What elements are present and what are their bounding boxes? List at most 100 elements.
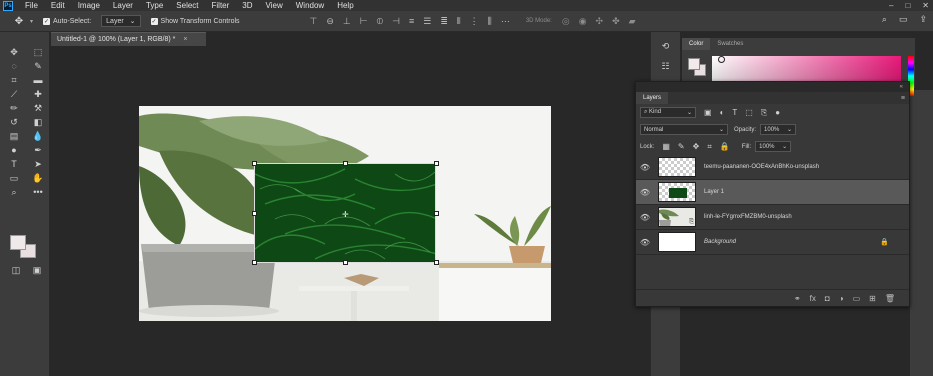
transform-handle-l[interactable]: [252, 211, 257, 216]
close-icon[interactable]: ×: [183, 36, 187, 43]
align-right-icon[interactable]: ⊣: [392, 16, 400, 27]
new-group-icon[interactable]: ▭: [853, 294, 861, 303]
type-tool-icon[interactable]: T: [3, 158, 25, 170]
screen-mode-icon[interactable]: ▣: [26, 264, 48, 276]
move-tool-icon[interactable]: ✥: [3, 46, 25, 58]
pixel-filter-icon[interactable]: ▣: [704, 108, 712, 118]
search-icon[interactable]: ⌕: [882, 14, 887, 25]
menu-view[interactable]: View: [260, 1, 290, 10]
transform-handle-b[interactable]: [343, 260, 348, 265]
move-tool-preset-icon[interactable]: ✥: [8, 14, 30, 28]
align-hcenter-icon[interactable]: ⦶: [377, 16, 384, 27]
visibility-eye-icon[interactable]: 👁: [636, 163, 654, 172]
pan-3d-icon[interactable]: ✣: [596, 16, 604, 27]
tab-layers[interactable]: Layers: [636, 92, 669, 104]
collapse-icon[interactable]: «: [900, 84, 903, 90]
auto-select-checkbox[interactable]: ✓: [43, 17, 51, 25]
align-bottom-icon[interactable]: ⊥: [343, 16, 351, 27]
share-icon[interactable]: ⇪: [919, 14, 927, 25]
workspace-icon[interactable]: ▭: [899, 14, 908, 25]
new-layer-icon[interactable]: ⊞: [869, 294, 876, 303]
transform-handle-tr[interactable]: [434, 161, 439, 166]
history-brush-tool-icon[interactable]: ↺: [3, 116, 25, 128]
healing-brush-tool-icon[interactable]: ✚: [27, 88, 49, 100]
visibility-eye-icon[interactable]: 👁: [636, 188, 654, 197]
transform-center-icon[interactable]: ✛: [342, 210, 349, 219]
transform-handle-br[interactable]: [434, 260, 439, 265]
add-mask-icon[interactable]: ◘: [825, 294, 830, 303]
link-layers-icon[interactable]: ⚭: [794, 294, 801, 303]
properties-panel-icon[interactable]: ☷: [656, 60, 676, 72]
blur-tool-icon[interactable]: 💧: [27, 130, 49, 142]
lock-all-icon[interactable]: 🔒: [720, 142, 730, 152]
distribute-left-icon[interactable]: ⫴: [457, 16, 461, 27]
lock-transparency-icon[interactable]: ▦: [662, 142, 670, 152]
transform-handle-tl[interactable]: [252, 161, 257, 166]
layer-row-background[interactable]: 👁 Background 🔒: [636, 230, 909, 255]
close-window-button[interactable]: ✕: [922, 1, 929, 10]
menu-3d[interactable]: 3D: [236, 1, 259, 10]
pen-tool-icon[interactable]: ✒: [27, 144, 49, 156]
distribute-top-icon[interactable]: ≡: [409, 16, 414, 27]
lasso-tool-icon[interactable]: ◌: [3, 60, 25, 72]
distribute-bottom-icon[interactable]: ≣: [440, 16, 448, 27]
distribute-hcenter-icon[interactable]: ⋮: [470, 16, 479, 27]
document-tab[interactable]: Untitled-1 @ 100% (Layer 1, RGB/8) * ×: [51, 32, 206, 46]
rectangle-tool-icon[interactable]: ▭: [3, 172, 25, 184]
frame-tool-icon[interactable]: ▬: [27, 74, 49, 86]
adjustment-filter-icon[interactable]: ◐: [720, 108, 725, 118]
dodge-tool-icon[interactable]: ●: [3, 144, 25, 156]
menu-type[interactable]: Type: [140, 1, 170, 10]
align-left-icon[interactable]: ⊢: [360, 16, 368, 27]
shape-filter-icon[interactable]: ⬚: [745, 108, 753, 118]
new-adjustment-icon[interactable]: ◑: [839, 294, 844, 303]
eraser-tool-icon[interactable]: ◧: [27, 116, 49, 128]
clone-stamp-tool-icon[interactable]: ⚒: [27, 102, 49, 114]
transform-handle-t[interactable]: [343, 161, 348, 166]
visibility-eye-icon[interactable]: 👁: [636, 213, 654, 222]
maximize-button[interactable]: □: [905, 1, 910, 10]
transform-handle-bl[interactable]: [252, 260, 257, 265]
more-tools-icon[interactable]: •••: [27, 186, 49, 198]
roll-3d-icon[interactable]: ◉: [579, 16, 587, 27]
layer-filter-dropdown[interactable]: ⌕ Kind ⌄: [640, 107, 696, 118]
menu-layer[interactable]: Layer: [107, 1, 140, 10]
hand-tool-icon[interactable]: ✋: [27, 172, 49, 184]
minimize-button[interactable]: –: [889, 1, 893, 10]
gradient-tool-icon[interactable]: ▤: [3, 130, 25, 142]
menu-window[interactable]: Window: [290, 1, 331, 10]
tab-color[interactable]: Color: [682, 38, 711, 50]
layer-row-teemu[interactable]: 👁 teemu-paananen-OOE4xAnBhKo-unsplash: [636, 155, 909, 180]
align-top-icon[interactable]: ⊤: [310, 16, 318, 27]
align-vcenter-icon[interactable]: ⊖: [326, 16, 334, 27]
menu-file[interactable]: File: [19, 1, 45, 10]
quick-mask-icon[interactable]: ◫: [5, 264, 27, 276]
distribute-vcenter-icon[interactable]: ☰: [423, 16, 431, 27]
marquee-tool-icon[interactable]: ⬚: [27, 46, 49, 58]
menu-help[interactable]: Help: [331, 1, 360, 10]
scale-3d-icon[interactable]: ▰: [629, 16, 636, 27]
lock-pixels-icon[interactable]: ✎: [678, 142, 685, 152]
crop-tool-icon[interactable]: ⌗: [3, 74, 25, 86]
menu-select[interactable]: Select: [170, 1, 205, 10]
menu-image[interactable]: Image: [72, 1, 107, 10]
color-picker-cursor[interactable]: [718, 56, 725, 63]
menu-edit[interactable]: Edit: [45, 1, 72, 10]
transform-handle-r[interactable]: [434, 211, 439, 216]
fx-icon[interactable]: fx: [810, 294, 816, 303]
layer-row-layer-1[interactable]: 👁 Layer 1: [636, 180, 909, 205]
quick-select-tool-icon[interactable]: ✎: [27, 60, 49, 72]
lock-position-icon[interactable]: ✥: [693, 142, 700, 152]
visibility-eye-icon[interactable]: 👁: [636, 238, 654, 247]
brush-tool-icon[interactable]: ✏: [3, 102, 25, 114]
type-filter-icon[interactable]: T: [732, 108, 737, 118]
panel-menu-icon[interactable]: ≡: [901, 95, 905, 102]
eyedropper-tool-icon[interactable]: ⟋: [3, 88, 25, 100]
auto-align-icon[interactable]: ⋯: [501, 16, 510, 27]
color-panel-foreground-swatch[interactable]: [688, 58, 700, 70]
foreground-color-swatch[interactable]: [10, 235, 26, 250]
opacity-field[interactable]: 100% ⌄: [760, 124, 797, 135]
orbit-3d-icon[interactable]: ◎: [562, 16, 570, 27]
filter-toggle-icon[interactable]: ●: [775, 108, 780, 118]
history-panel-icon[interactable]: ⟲: [656, 40, 676, 52]
